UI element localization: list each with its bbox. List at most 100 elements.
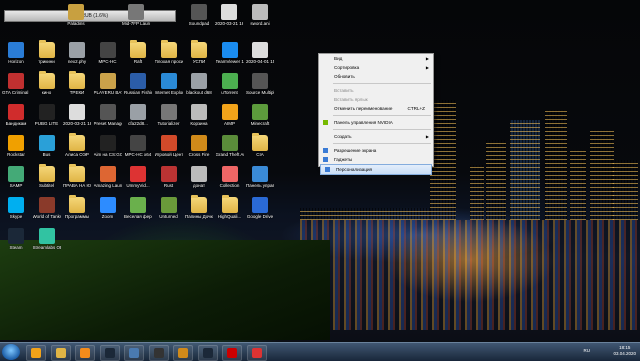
water-reflection [300, 220, 640, 330]
desktop-icon[interactable]: Minecraft [246, 104, 274, 126]
desktop-icon[interactable]: Steam [2, 228, 30, 250]
clock[interactable]: 18:15 03.04.2020 [613, 345, 636, 357]
desktop-icon[interactable]: Tutorializer [155, 104, 183, 126]
app-icon [38, 135, 55, 151]
desktop-icon[interactable]: трикини [33, 40, 61, 64]
desktop-icon[interactable]: 2020-03-21 18-27-29.m... [63, 104, 91, 126]
language-indicator[interactable]: RU [584, 348, 591, 353]
desktop-icon[interactable]: Skype [2, 197, 30, 219]
taskbar-button[interactable] [197, 345, 218, 361]
desktop-icon[interactable]: GTA Criminal Russia [2, 73, 30, 95]
desktop-icon[interactable]: TeamViewer 13 [216, 42, 244, 64]
desktop-icon[interactable]: Russian Fishing 4 [124, 73, 152, 95]
desktop-icon[interactable]: sword.ani [246, 4, 274, 26]
taskbar-button[interactable] [75, 345, 95, 361]
desktop-icon[interactable]: Subtitel [33, 164, 61, 188]
desktop-icon[interactable]: Aim на CS:GO [94, 135, 122, 157]
desktop-icon[interactable]: Cross Fire [185, 135, 213, 157]
menu-item[interactable]: Обновить [319, 72, 433, 81]
desktop-icon[interactable]: HighQuali... [216, 195, 244, 219]
file-icon [252, 4, 268, 20]
taskbar-button[interactable] [173, 345, 193, 361]
desktop-icon[interactable]: Internet Explorer [155, 73, 183, 95]
desktop-icon[interactable]: донат [185, 166, 213, 188]
app-icon [130, 166, 146, 182]
menu-item[interactable]: Создать ▶ [319, 132, 433, 141]
desktop-icon[interactable]: ТРЕКИ [63, 71, 91, 95]
desktop-icon[interactable]: Source Multiplayer [246, 73, 274, 95]
desktop-icon[interactable]: SAMP [2, 166, 30, 188]
desktop-icon[interactable]: Плохая просит [155, 40, 183, 64]
desktop-icon[interactable]: blackout d68 [185, 73, 213, 95]
desktop-icon[interactable]: Корзина [185, 104, 213, 126]
menu-item[interactable]: Гаджеты [319, 155, 433, 164]
desktop-icon[interactable]: 2020-04-01 15-2... [246, 42, 274, 64]
desktop-icon[interactable]: Preset Manager 1.0 [94, 104, 122, 126]
menu-item[interactable]: Сортировка ▶ [319, 63, 433, 72]
desktop-icon[interactable]: кино [33, 71, 61, 95]
desktop-icon[interactable]: Rust [155, 166, 183, 188]
desktop-icon[interactable]: Rockstar [2, 135, 30, 157]
menu-item-label: Обновить [334, 74, 355, 79]
desktop-icon[interactable]: cfa22d8... [124, 104, 152, 126]
desktop-icon[interactable]: ПРАВА НА ЮТУБ [63, 164, 91, 188]
desktop-icon[interactable]: Бандикам [2, 104, 30, 126]
folder-icon [191, 195, 207, 213]
desktop-icon[interactable]: World of Tanks [33, 197, 61, 219]
start-button[interactable] [2, 344, 20, 360]
menu-item[interactable]: Вид ▶ [319, 54, 433, 63]
taskbar-button[interactable] [124, 345, 144, 361]
app-icon [130, 73, 146, 89]
folder-icon [69, 164, 85, 182]
submenu-arrow-icon: ▶ [425, 56, 429, 61]
taskbar-button[interactable] [99, 345, 120, 361]
folder-icon [252, 133, 268, 151]
desktop-icon[interactable]: Программы [63, 195, 91, 219]
desktop-icon[interactable]: PUBG LITE [33, 104, 61, 126]
desktop-icon[interactable]: Collection [216, 166, 244, 188]
desktop-icon[interactable]: Zoom [94, 197, 122, 219]
desktop-icon[interactable]: Панель управления [246, 166, 274, 188]
menu-item[interactable]: Разрешение экрана [319, 146, 433, 155]
menu-item[interactable]: Отменить переименование CTRL+Z [319, 104, 433, 113]
desktop-icon[interactable]: MPC-HC [94, 42, 122, 64]
building [510, 120, 540, 220]
desktop-icon[interactable]: Unturned [155, 197, 183, 219]
desktop-icon[interactable]: Игровой Центр [155, 135, 183, 157]
desktop-icon[interactable]: Horizon [2, 42, 30, 64]
desktop-icon[interactable]: CIA [246, 133, 274, 157]
desktop-icon[interactable]: UmmyVid... [124, 166, 152, 188]
desktop-icon[interactable]: MPC-HC x64 [124, 135, 152, 157]
desktop-icon[interactable]: Папины Дочки [185, 195, 213, 219]
taskbar-button[interactable] [26, 345, 46, 361]
desktop-icon[interactable]: Soundpad [185, 4, 213, 26]
desktop-icon[interactable]: uTorrent [216, 73, 244, 95]
desktop-icon[interactable]: nex2.phy [63, 42, 91, 64]
menu-item[interactable]: Персонализация [320, 164, 432, 175]
taskbar-button[interactable] [148, 345, 169, 361]
taskbar-button[interactable] [50, 345, 71, 361]
desktop-icon[interactable]: Paladins [62, 4, 90, 26]
desktop-icon[interactable]: Google Drive [246, 197, 274, 219]
utorrent-icon [221, 73, 238, 89]
desktop-icon[interactable]: AIMP [216, 104, 244, 126]
taskbar-button[interactable] [222, 345, 242, 361]
desktop-icon[interactable]: Streamlabs OBS [33, 228, 61, 250]
skype-icon [8, 197, 24, 213]
desktop-icon[interactable]: УСПИ [185, 40, 213, 64]
taskbar-button[interactable] [246, 345, 267, 361]
desktop-icon[interactable]: Bus [33, 135, 61, 157]
desktop-icon[interactable]: Mid-7FP Launcher [122, 4, 150, 26]
app-icon [99, 42, 116, 58]
menu-item[interactable]: Панель управления NVIDIA [319, 118, 433, 127]
teamviewer-icon [221, 42, 238, 58]
desktop-icon[interactable]: Raft [124, 40, 152, 64]
desktop-icon[interactable]: Grand Theft Auto V [216, 135, 244, 157]
desktop-icon-label: Soundpad [188, 21, 210, 26]
app-icon [221, 166, 238, 182]
desktop-icon[interactable]: 2020-03-21 18-27-29.m... [215, 4, 243, 26]
desktop-icon[interactable]: Amazing Launcher [94, 166, 122, 188]
desktop-icon[interactable]: Веселая ферма 3 [124, 197, 152, 219]
desktop-icon[interactable]: Алиса ОЭР [63, 133, 91, 157]
desktop-icon[interactable]: PLAYERU BATTLEGR... [94, 73, 122, 95]
